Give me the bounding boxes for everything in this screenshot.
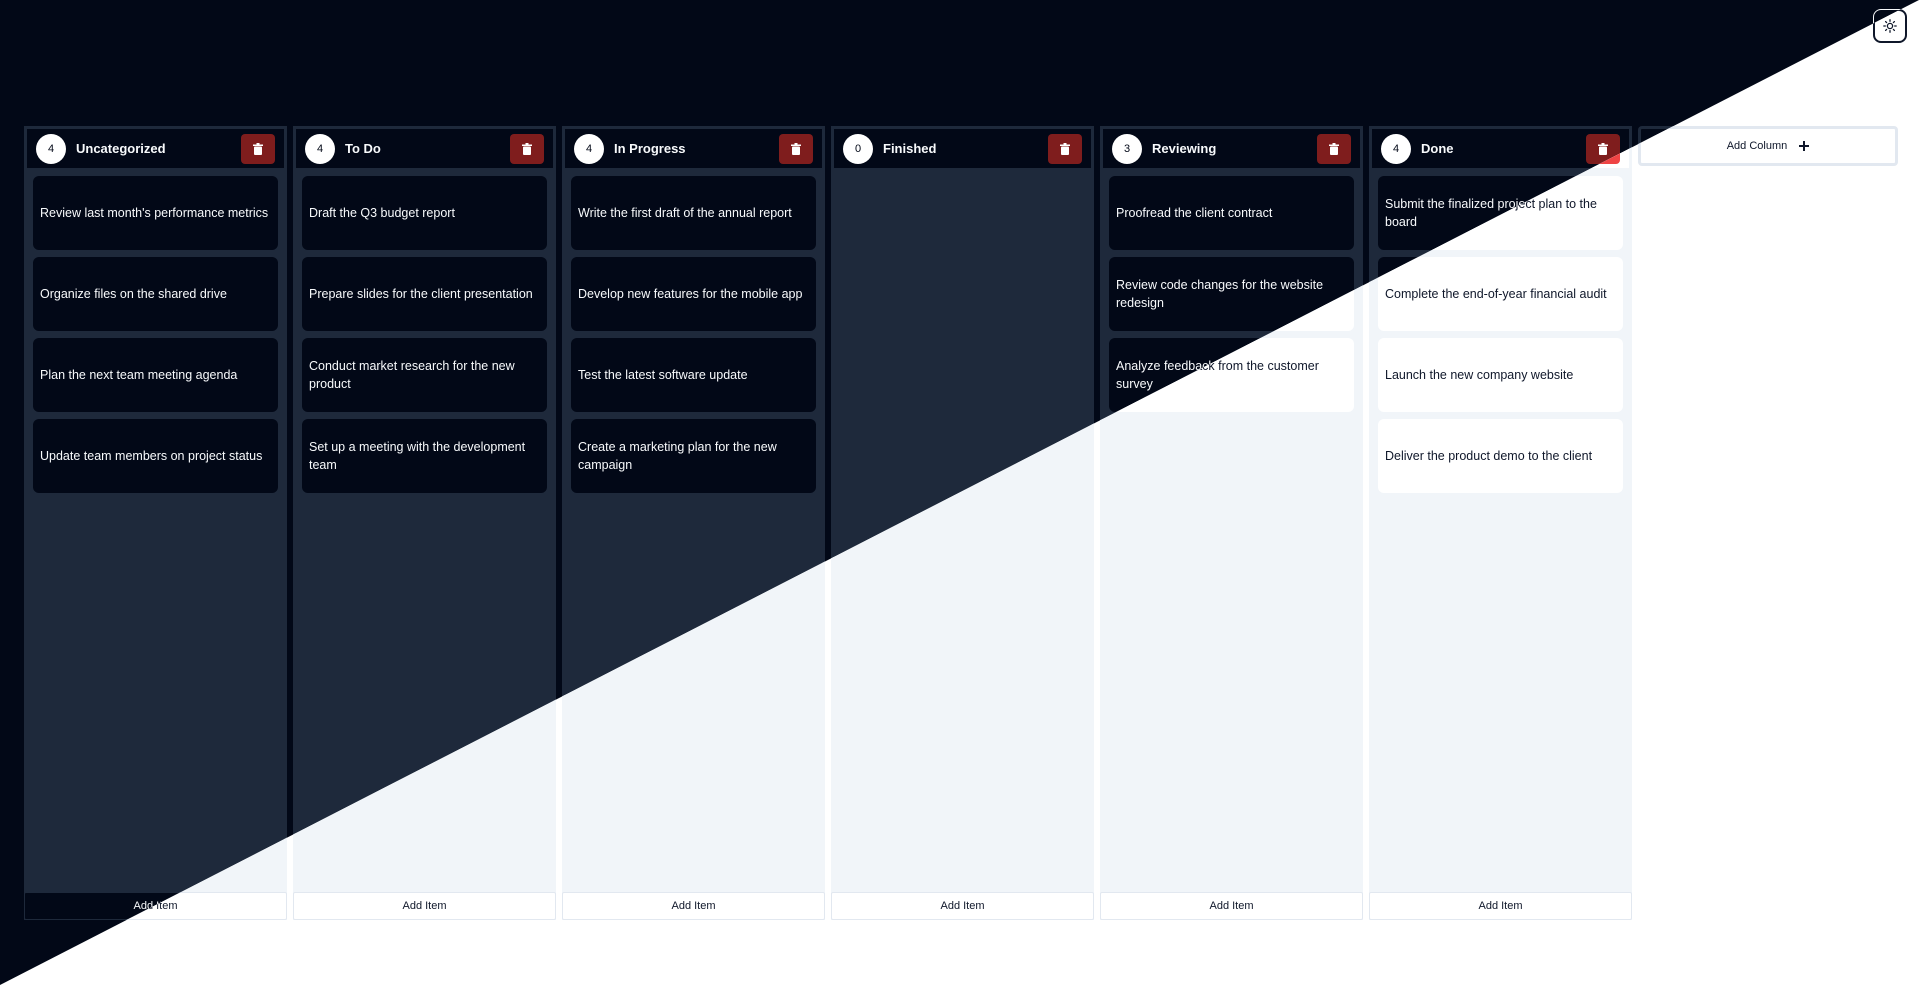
task-card[interactable]: Complete the end-of-year financial audit — [1378, 257, 1623, 331]
item-count-badge: 4 — [36, 133, 66, 164]
column-title: Reviewing — [1152, 141, 1217, 156]
kanban-column: 4 Uncategorized Review last month's perf… — [24, 126, 287, 920]
trash-icon — [1598, 142, 1608, 155]
card-list: Write the first draft of the annual repo… — [565, 168, 822, 501]
add-item-button[interactable]: Add Item — [562, 892, 825, 920]
delete-column-button[interactable] — [1048, 133, 1082, 164]
add-column-button[interactable]: Add Column — [1638, 126, 1898, 166]
trash-icon — [1329, 142, 1339, 155]
task-card[interactable]: Set up a meeting with the development te… — [302, 419, 547, 493]
delete-column-button[interactable] — [1317, 133, 1351, 164]
item-count-badge: 0 — [843, 133, 873, 164]
add-item-button[interactable]: Add Item — [1369, 892, 1632, 920]
column-title: Done — [1421, 141, 1454, 156]
card-list — [834, 168, 1091, 184]
column-title: To Do — [345, 141, 381, 156]
column-title: Uncategorized — [76, 141, 166, 156]
item-count-badge: 4 — [1381, 133, 1411, 164]
add-item-button[interactable]: Add Item — [1100, 892, 1363, 920]
task-card[interactable]: Conduct market research for the new prod… — [302, 338, 547, 412]
trash-icon — [791, 142, 801, 155]
column-header[interactable]: 3 Reviewing — [1103, 129, 1360, 168]
column-header[interactable]: 4 In Progress — [565, 129, 822, 168]
plus-icon — [1799, 141, 1810, 151]
item-count-badge: 3 — [1112, 133, 1142, 164]
task-card[interactable]: Proofread the client contract — [1109, 176, 1354, 250]
column-header[interactable]: 4 To Do — [296, 129, 553, 168]
task-card[interactable]: Review last month's performance metrics — [33, 176, 278, 250]
task-card[interactable]: Write the first draft of the annual repo… — [571, 176, 816, 250]
task-card[interactable]: Prepare slides for the client presentati… — [302, 257, 547, 331]
add-column-label: Add Column — [1726, 140, 1788, 152]
column-header[interactable]: 0 Finished — [834, 129, 1091, 168]
card-list: Review last month's performance metrics … — [27, 168, 284, 501]
task-card[interactable]: Organize files on the shared drive — [33, 257, 278, 331]
card-list: Draft the Q3 budget report Prepare slide… — [296, 168, 553, 501]
task-card[interactable]: Draft the Q3 budget report — [302, 176, 547, 250]
item-count-badge: 4 — [574, 133, 604, 164]
add-item-button[interactable]: Add Item — [293, 892, 556, 920]
delete-column-button[interactable] — [241, 133, 275, 164]
trash-icon — [522, 142, 532, 155]
trash-icon — [1060, 142, 1070, 155]
column-header[interactable]: 4 Done — [1372, 129, 1629, 168]
task-card[interactable]: Develop new features for the mobile app — [571, 257, 816, 331]
trash-icon — [253, 142, 263, 155]
delete-column-button[interactable] — [779, 133, 813, 164]
item-count-badge: 4 — [305, 133, 335, 164]
column-header[interactable]: 4 Uncategorized — [27, 129, 284, 168]
task-card[interactable]: Create a marketing plan for the new camp… — [571, 419, 816, 493]
column-title: In Progress — [614, 141, 686, 156]
add-item-button[interactable]: Add Item — [831, 892, 1094, 920]
task-card[interactable]: Plan the next team meeting agenda — [33, 338, 278, 412]
task-card[interactable]: Launch the new company website — [1378, 338, 1623, 412]
delete-column-button[interactable] — [510, 133, 544, 164]
task-card[interactable]: Test the latest software update — [571, 338, 816, 412]
task-card[interactable]: Update team members on project status — [33, 419, 278, 493]
sun-icon — [1883, 19, 1897, 33]
column-title: Finished — [883, 141, 937, 156]
task-card[interactable]: Deliver the product demo to the client — [1378, 419, 1623, 493]
